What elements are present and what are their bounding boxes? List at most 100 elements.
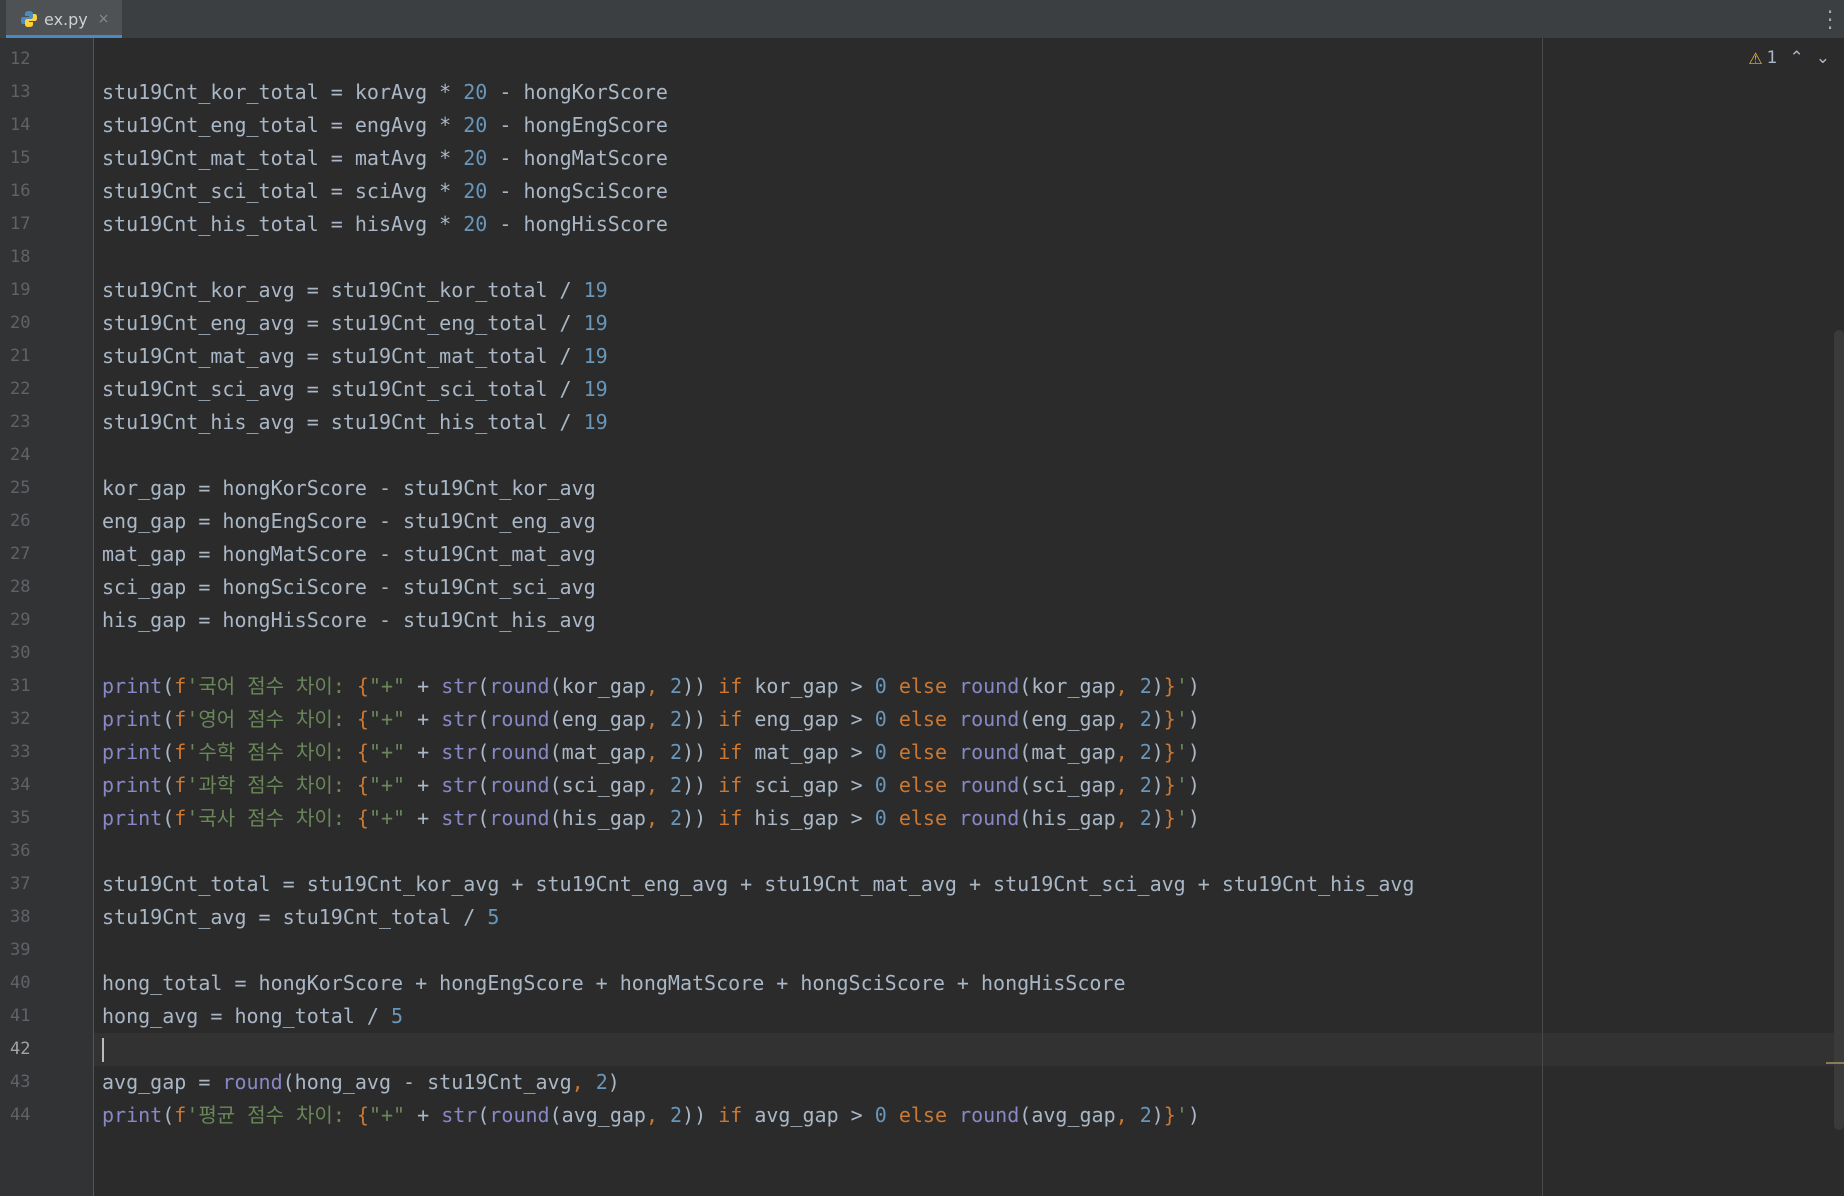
- code-token: ,: [645, 1103, 671, 1127]
- tab-ex-py[interactable]: ex.py ×: [6, 0, 122, 38]
- code-token: }: [1163, 707, 1176, 731]
- code-line: his_gap = hongHisScore - stu19Cnt_his_av…: [102, 604, 596, 637]
- code-token: 20: [463, 179, 488, 203]
- code-token: eng_gap = hongEngScore - stu19Cnt_eng_av…: [102, 509, 596, 533]
- code-editor[interactable]: stu19Cnt_kor_total = korAvg * 20 - hongK…: [94, 38, 1844, 1196]
- code-token: stu19Cnt_sci_avg = stu19Cnt_sci_total /: [102, 377, 584, 401]
- code-token: str: [441, 740, 478, 764]
- next-highlight-icon[interactable]: ⌄: [1816, 48, 1830, 68]
- previous-highlight-icon[interactable]: ⌃: [1790, 48, 1804, 68]
- line-number: 22: [10, 379, 31, 399]
- code-token: if: [718, 740, 743, 764]
- code-token: ,: [1115, 740, 1140, 764]
- code-token: 2: [670, 740, 683, 764]
- code-line: hong_avg = hong_total / 5: [102, 1000, 403, 1033]
- code-token: stu19Cnt_his_total = hisAvg *: [102, 212, 464, 236]
- code-token: str: [441, 773, 478, 797]
- code-token: 2: [670, 707, 683, 731]
- code-token: f: [174, 674, 187, 698]
- editor-tab-bar: ex.py × · · ·: [0, 0, 1844, 39]
- line-number: 41: [10, 1006, 31, 1026]
- code-token: print: [102, 773, 163, 797]
- line-number: 19: [10, 280, 31, 300]
- text-cursor: [102, 1038, 104, 1062]
- code-token: {: [356, 1103, 369, 1127]
- code-token: {: [356, 707, 369, 731]
- code-token: round: [489, 1103, 550, 1127]
- line-number: 33: [10, 742, 31, 762]
- code-token: round: [489, 740, 550, 764]
- code-token: ): [1151, 1103, 1164, 1127]
- code-token: round: [222, 1070, 283, 1094]
- code-token: (: [477, 1103, 490, 1127]
- code-token: {: [356, 674, 369, 698]
- code-token: 0: [874, 740, 887, 764]
- code-token: "+": [368, 674, 406, 698]
- code-token: else: [898, 707, 948, 731]
- line-number: 12: [10, 49, 31, 69]
- code-token: ': [1175, 707, 1188, 731]
- code-token: print: [102, 707, 163, 731]
- code-token: f: [174, 806, 187, 830]
- code-token: ): [1151, 707, 1164, 731]
- code-token: round: [959, 740, 1020, 764]
- code-token: ,: [645, 707, 671, 731]
- code-token: ,: [645, 740, 671, 764]
- code-token: "+": [368, 707, 406, 731]
- code-token: 2: [670, 674, 683, 698]
- code-token: stu19Cnt_avg = stu19Cnt_total /: [102, 905, 488, 929]
- code-token: stu19Cnt_eng_total = engAvg *: [102, 113, 464, 137]
- code-token: (avg_gap: [549, 1103, 646, 1127]
- code-token: ): [1151, 674, 1164, 698]
- code-token: ,: [1115, 806, 1140, 830]
- line-number: 40: [10, 973, 31, 993]
- code-token: }: [1163, 773, 1176, 797]
- line-number: 15: [10, 148, 31, 168]
- line-number: 23: [10, 412, 31, 432]
- code-token: stu19Cnt_kor_total = korAvg *: [102, 80, 464, 104]
- more-options-icon[interactable]: · · ·: [1824, 2, 1836, 38]
- vertical-scrollbar[interactable]: [1834, 330, 1844, 1130]
- code-token: ,: [1115, 1103, 1140, 1127]
- code-token: f: [174, 1103, 187, 1127]
- code-token: (: [162, 707, 175, 731]
- code-token: kor_gap >: [742, 674, 875, 698]
- code-token: str: [441, 806, 478, 830]
- code-token: '평균 점수 차이:: [186, 1103, 357, 1127]
- code-line: sci_gap = hongSciScore - stu19Cnt_sci_av…: [102, 571, 596, 604]
- code-token: hong_total = hongKorScore + hongEngScore…: [102, 971, 1126, 995]
- code-token: ,: [645, 773, 671, 797]
- code-token: ': [1175, 740, 1188, 764]
- code-token: +: [405, 1103, 442, 1127]
- inspection-widget[interactable]: ⚠ 1 ⌃ ⌄: [1748, 48, 1830, 68]
- code-token: 20: [463, 212, 488, 236]
- code-token: ): [607, 1070, 620, 1094]
- code-token: ,: [1115, 707, 1140, 731]
- right-margin-guide: [1542, 38, 1543, 1196]
- code-token: 19: [583, 377, 608, 401]
- code-line: print(f'수학 점수 차이: {"+" + str(round(mat_g…: [102, 736, 1200, 769]
- code-token: +: [405, 707, 442, 731]
- warning-icon: ⚠: [1748, 48, 1763, 68]
- code-token: "+": [368, 740, 406, 764]
- code-line: stu19Cnt_mat_avg = stu19Cnt_mat_total / …: [102, 340, 608, 373]
- code-token: f: [174, 707, 187, 731]
- code-token: 2: [595, 1070, 608, 1094]
- close-icon[interactable]: ×: [98, 11, 110, 27]
- line-number: 26: [10, 511, 31, 531]
- code-token: "+": [368, 773, 406, 797]
- code-token: ': [1175, 773, 1188, 797]
- code-token: str: [441, 1103, 478, 1127]
- code-token: else: [898, 773, 948, 797]
- code-token: round: [489, 674, 550, 698]
- code-line: print(f'국사 점수 차이: {"+" + str(round(his_g…: [102, 802, 1200, 835]
- line-number: 31: [10, 676, 31, 696]
- code-token: if: [718, 1103, 743, 1127]
- code-token: (mat_gap: [549, 740, 646, 764]
- line-number: 27: [10, 544, 31, 564]
